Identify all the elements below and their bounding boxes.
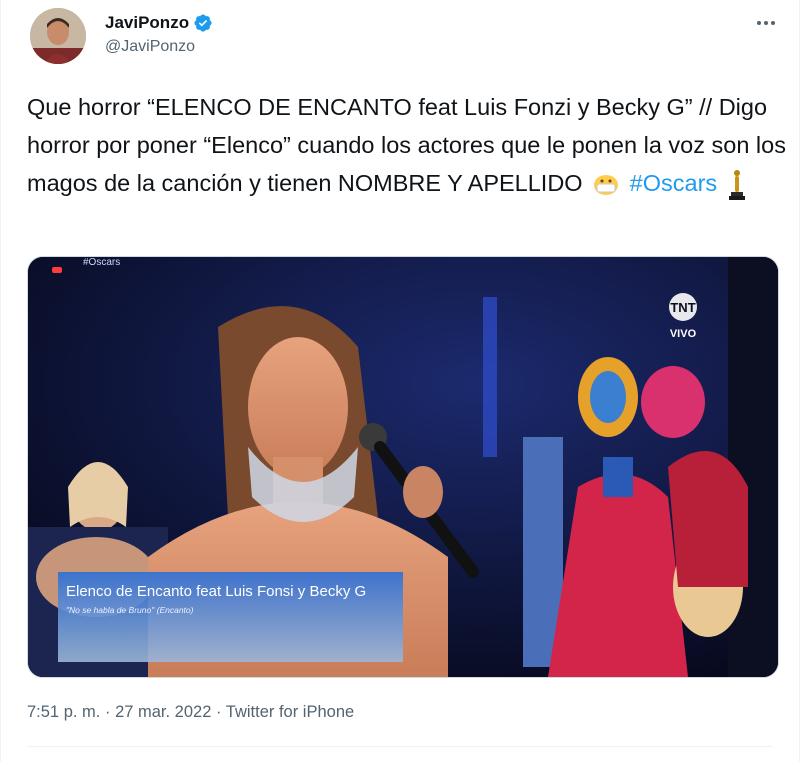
more-options-icon[interactable]: [753, 10, 779, 36]
author-name-row: JaviPonzo: [105, 13, 213, 33]
tweet-text: Que horror “ELENCO DE ENCANTO feat Luis …: [27, 88, 787, 202]
tweet-date[interactable]: 27 mar. 2022: [115, 703, 211, 721]
live-label: VIVO: [670, 328, 697, 340]
oscar-statuette-emoji: [728, 169, 745, 200]
divider: [27, 746, 773, 747]
tweet-metadata: 7:51 p. m. · 27 mar. 2022 · Twitter for …: [27, 703, 354, 722]
tweet-source[interactable]: Twitter for iPhone: [226, 703, 354, 721]
display-name[interactable]: JaviPonzo: [105, 13, 189, 33]
lower-third-subtitle: "No se habla de Bruno" (Encanto): [66, 605, 194, 615]
tweet-media-photo[interactable]: TNT VIVO #Oscars Elenco de Encanto feat …: [27, 256, 779, 678]
meta-separator: ·: [104, 703, 111, 721]
oscars-corner-text: #Oscars: [83, 257, 120, 268]
avatar[interactable]: [30, 8, 86, 64]
handle[interactable]: @JaviPonzo: [105, 38, 195, 56]
hashtag-oscars[interactable]: #Oscars: [630, 170, 718, 196]
face-with-symbols-emoji: [594, 174, 619, 195]
tweet-card: JaviPonzo @JaviPonzo Que horror “ELENCO …: [0, 0, 800, 762]
tv-broadcast-image: TNT VIVO #Oscars Elenco de Encanto feat …: [28, 257, 778, 677]
network-logo: TNT: [670, 300, 695, 315]
meta-separator-2: ·: [215, 703, 222, 721]
verified-badge-icon: [194, 14, 212, 32]
tweet-time[interactable]: 7:51 p. m.: [27, 703, 100, 721]
lower-third-title: Elenco de Encanto feat Luis Fonsi y Beck…: [66, 583, 366, 600]
